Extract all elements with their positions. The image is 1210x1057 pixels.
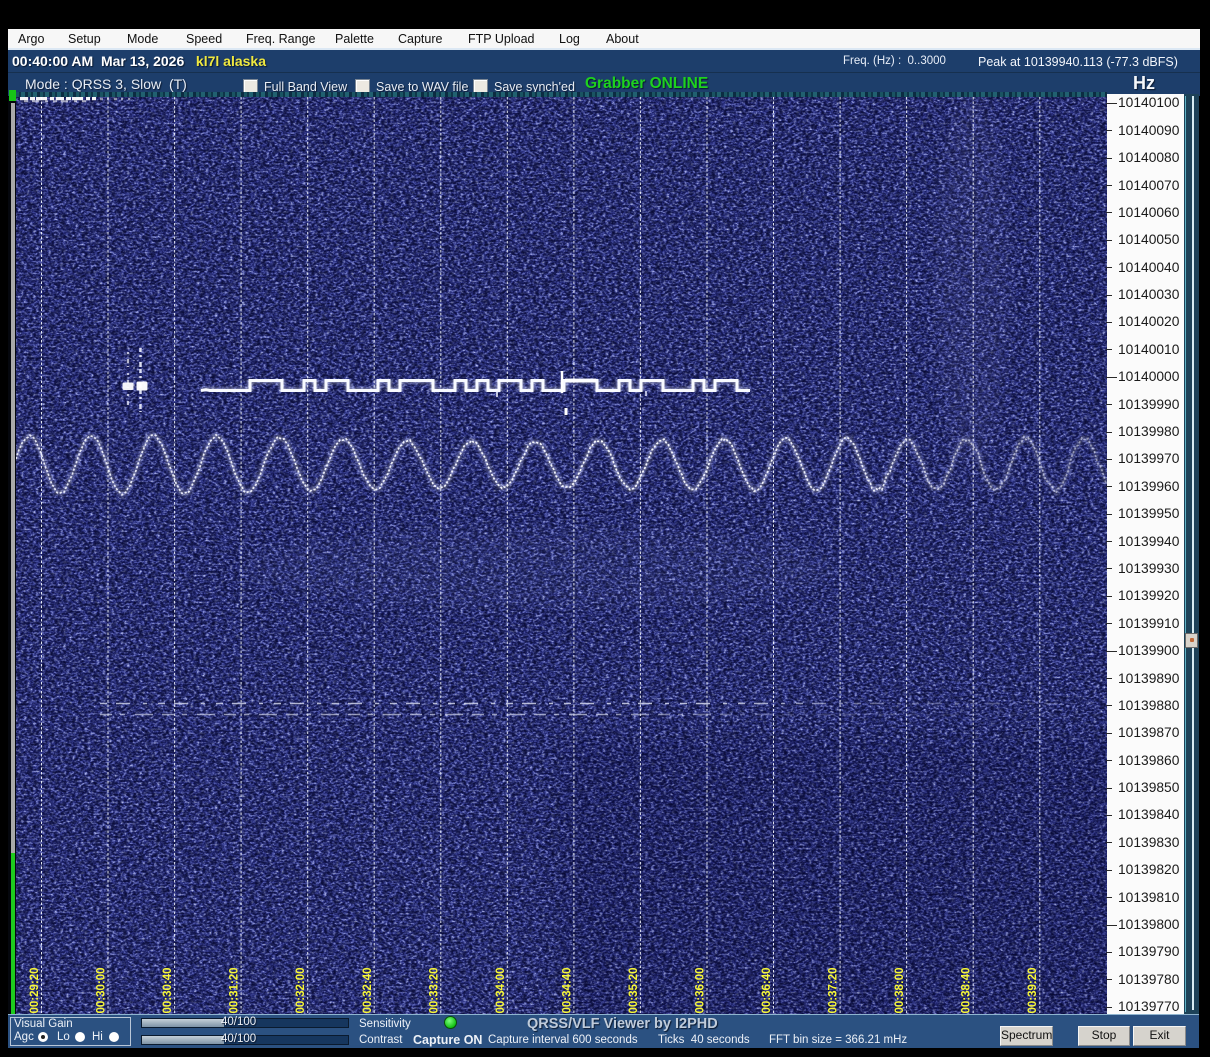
svg-text:00:35:20: 00:35:20 [628, 967, 640, 1013]
svg-text:00:30:40: 00:30:40 [162, 967, 174, 1013]
svg-text:00:33:20: 00:33:20 [428, 967, 440, 1013]
svg-text:00:38:40: 00:38:40 [961, 967, 973, 1013]
svg-text:00:36:00: 00:36:00 [695, 967, 707, 1013]
svg-text:00:32:00: 00:32:00 [295, 967, 307, 1013]
svg-text:00:39:20: 00:39:20 [1027, 967, 1039, 1013]
svg-text:00:29:20: 00:29:20 [29, 967, 41, 1013]
svg-text:00:34:40: 00:34:40 [561, 967, 573, 1013]
svg-text:00:30:00: 00:30:00 [96, 967, 108, 1013]
svg-text:00:38:00: 00:38:00 [894, 967, 906, 1013]
svg-text:00:36:40: 00:36:40 [761, 967, 773, 1013]
svg-text:00:34:00: 00:34:00 [495, 967, 507, 1013]
svg-text:00:31:20: 00:31:20 [229, 967, 241, 1013]
svg-text:00:32:40: 00:32:40 [362, 967, 374, 1013]
svg-text:00:37:20: 00:37:20 [828, 967, 840, 1013]
